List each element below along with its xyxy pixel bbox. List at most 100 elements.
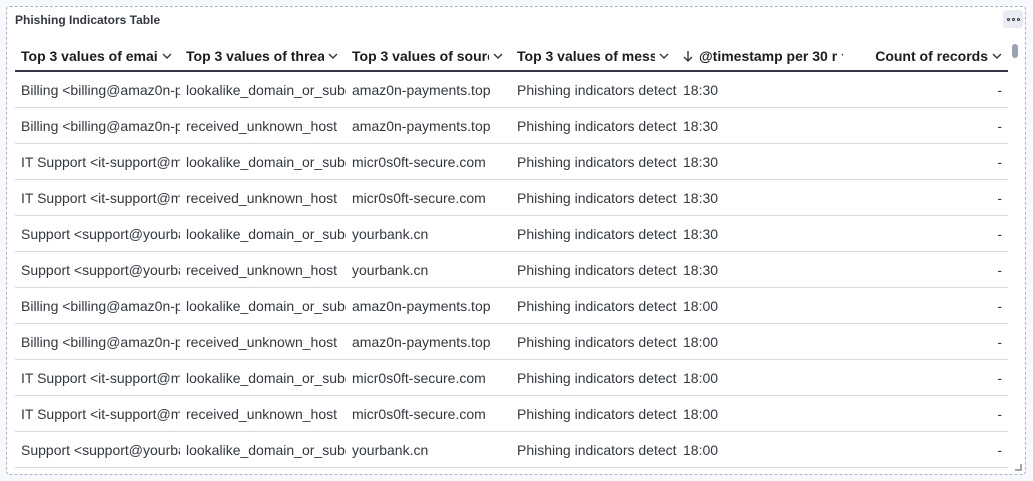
table-cell[interactable]: IT Support <it-support@micr0s0ft-secure.… [15, 143, 180, 180]
table-cell[interactable]: Support <support@yourbank.cn> [15, 251, 180, 288]
table-body: Billing <billing@amaz0n-payments.top>loo… [15, 71, 1008, 468]
table-cell[interactable]: - [843, 287, 1008, 324]
table-cell[interactable]: - [843, 71, 1008, 108]
table-cell[interactable]: Support <support@yourbank.cn> [15, 215, 180, 252]
table-row[interactable]: Billing <billing@amaz0n-payments.top>rec… [15, 323, 1008, 360]
table-cell[interactable]: Phishing indicators detected [511, 71, 677, 108]
table-cell[interactable]: IT Support <it-support@micr0s0ft-secure.… [15, 179, 180, 216]
table-cell[interactable]: yourbank.cn [346, 431, 511, 468]
table-cell[interactable]: Phishing indicators detected [511, 431, 677, 468]
panel-title: Phishing Indicators Table [15, 13, 161, 27]
table-cell[interactable]: amaz0n-payments.top [346, 323, 511, 360]
table-cell[interactable]: - [843, 359, 1008, 396]
panel-options-button[interactable] [1003, 10, 1023, 28]
data-grid: Top 3 values of email.from Top 3 values o… [15, 40, 1008, 470]
table-cell[interactable]: - [843, 143, 1008, 180]
table-cell[interactable]: Phishing indicators detected [511, 107, 677, 144]
table-cell[interactable]: received_unknown_host [180, 395, 346, 432]
table-cell[interactable]: micr0s0ft-secure.com [346, 143, 511, 180]
table-cell[interactable]: amaz0n-payments.top [346, 107, 511, 144]
table-cell[interactable]: 18:30 [677, 215, 843, 252]
table-cell[interactable]: yourbank.cn [346, 215, 511, 252]
table-cell[interactable]: lookalike_domain_or_subdomain [180, 287, 346, 324]
table-cell[interactable]: Support <support@yourbank.cn> [15, 431, 180, 468]
table-row[interactable]: Billing <billing@amaz0n-payments.top>rec… [15, 107, 1008, 144]
table-cell[interactable]: received_unknown_host [180, 251, 346, 288]
column-header-0[interactable]: Top 3 values of email.from [15, 40, 180, 72]
table-cell[interactable]: amaz0n-payments.top [346, 287, 511, 324]
table-cell[interactable]: Phishing indicators detected [511, 395, 677, 432]
table-cell[interactable]: 18:30 [677, 143, 843, 180]
chevron-down-icon[interactable] [493, 51, 503, 61]
column-header-1[interactable]: Top 3 values of threat.indicator [180, 40, 346, 72]
table-cell[interactable]: micr0s0ft-secure.com [346, 359, 511, 396]
table-cell[interactable]: 18:30 [677, 251, 843, 288]
table-row[interactable]: Support <support@yourbank.cn>lookalike_d… [15, 431, 1008, 468]
vertical-scrollbar[interactable] [1011, 40, 1019, 468]
table-cell[interactable]: micr0s0ft-secure.com [346, 395, 511, 432]
table-row[interactable]: IT Support <it-support@micr0s0ft-secure.… [15, 179, 1008, 216]
table-cell[interactable]: 18:30 [677, 107, 843, 144]
column-header-label: Top 3 values of email.from [21, 47, 158, 64]
table-row[interactable]: Billing <billing@amaz0n-payments.top>loo… [15, 287, 1008, 324]
table-row[interactable]: Support <support@yourbank.cn>lookalike_d… [15, 215, 1008, 252]
chevron-down-icon[interactable] [659, 51, 669, 61]
table-row[interactable]: IT Support <it-support@micr0s0ft-secure.… [15, 359, 1008, 396]
table-cell[interactable]: Phishing indicators detected [511, 215, 677, 252]
arrow-down-icon[interactable] [683, 50, 693, 62]
table-cell[interactable]: 18:00 [677, 323, 843, 360]
table-row[interactable]: IT Support <it-support@micr0s0ft-secure.… [15, 395, 1008, 432]
table-cell[interactable]: IT Support <it-support@micr0s0ft-secure.… [15, 395, 180, 432]
table-row[interactable]: IT Support <it-support@micr0s0ft-secure.… [15, 143, 1008, 180]
table-cell[interactable]: lookalike_domain_or_subdomain [180, 143, 346, 180]
table-cell[interactable]: Phishing indicators detected [511, 251, 677, 288]
table-cell[interactable]: Phishing indicators detected [511, 359, 677, 396]
column-header-label: Top 3 values of message [517, 47, 655, 64]
table-cell[interactable]: Billing <billing@amaz0n-payments.top> [15, 287, 180, 324]
table-cell[interactable]: - [843, 251, 1008, 288]
table-cell[interactable]: received_unknown_host [180, 107, 346, 144]
table-cell[interactable]: amaz0n-payments.top [346, 71, 511, 108]
table-cell[interactable]: - [843, 215, 1008, 252]
scrollbar-thumb[interactable] [1012, 44, 1018, 58]
column-header-3[interactable]: Top 3 values of message [511, 40, 677, 72]
table-cell[interactable]: - [843, 107, 1008, 144]
table-cell[interactable]: yourbank.cn [346, 251, 511, 288]
column-header-label: Top 3 values of source.domain [352, 47, 489, 64]
table-cell[interactable]: Phishing indicators detected [511, 143, 677, 180]
table-cell[interactable]: lookalike_domain_or_subdomain [180, 71, 346, 108]
table-cell[interactable]: 18:00 [677, 395, 843, 432]
table-cell[interactable]: lookalike_domain_or_subdomain [180, 359, 346, 396]
table-row[interactable]: Support <support@yourbank.cn>received_un… [15, 251, 1008, 288]
chevron-down-icon[interactable] [162, 51, 172, 61]
table-cell[interactable]: received_unknown_host [180, 323, 346, 360]
table-cell[interactable]: - [843, 431, 1008, 468]
table-cell[interactable]: 18:00 [677, 359, 843, 396]
table-cell[interactable]: received_unknown_host [180, 179, 346, 216]
table-cell[interactable]: Billing <billing@amaz0n-payments.top> [15, 107, 180, 144]
table-cell[interactable]: Phishing indicators detected [511, 323, 677, 360]
table-cell[interactable]: 18:30 [677, 179, 843, 216]
table-cell[interactable]: micr0s0ft-secure.com [346, 179, 511, 216]
boxes-horizontal-icon [1006, 17, 1010, 21]
table-cell[interactable]: Phishing indicators detected [511, 179, 677, 216]
chevron-down-icon[interactable] [328, 51, 338, 61]
table-cell[interactable]: 18:30 [677, 71, 843, 108]
table-cell[interactable]: - [843, 179, 1008, 216]
column-header-4[interactable]: @timestamp per 30 minutes [677, 40, 843, 72]
table-cell[interactable]: 18:00 [677, 287, 843, 324]
table-cell[interactable]: Phishing indicators detected [511, 287, 677, 324]
table-cell[interactable]: Billing <billing@amaz0n-payments.top> [15, 323, 180, 360]
column-header-2[interactable]: Top 3 values of source.domain [346, 40, 511, 72]
resize-corner-icon[interactable] [1015, 464, 1022, 471]
table-cell[interactable]: Billing <billing@amaz0n-payments.top> [15, 71, 180, 108]
table-row[interactable]: Billing <billing@amaz0n-payments.top>loo… [15, 71, 1008, 108]
table-cell[interactable]: lookalike_domain_or_subdomain [180, 431, 346, 468]
table-cell[interactable]: 18:00 [677, 431, 843, 468]
chevron-down-icon[interactable] [992, 51, 1002, 61]
table-cell[interactable]: - [843, 395, 1008, 432]
column-header-5[interactable]: Count of records [843, 40, 1008, 72]
table-cell[interactable]: lookalike_domain_or_subdomain [180, 215, 346, 252]
table-cell[interactable]: - [843, 323, 1008, 360]
table-cell[interactable]: IT Support <it-support@micr0s0ft-secure.… [15, 359, 180, 396]
